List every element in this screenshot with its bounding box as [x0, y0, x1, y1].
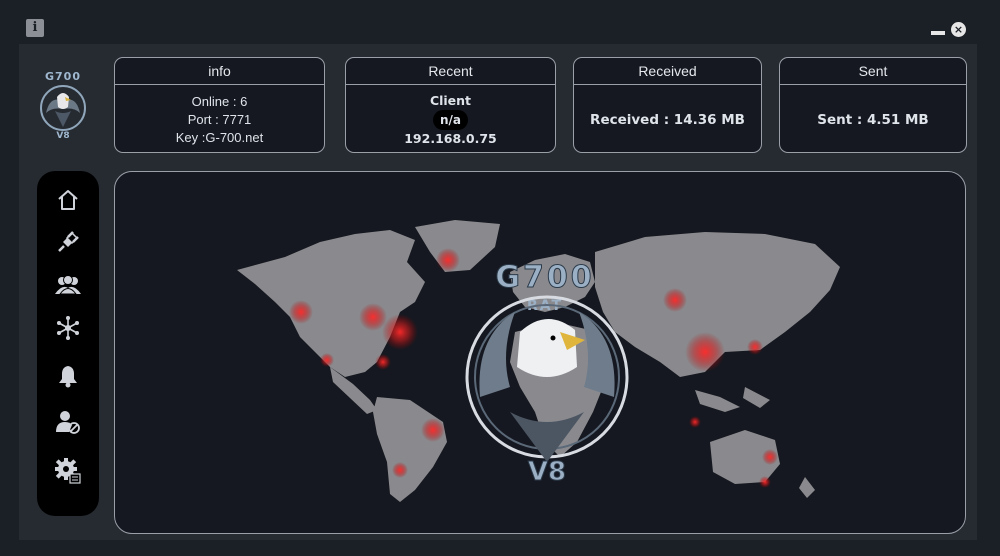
logo-brand-text: G700 — [45, 70, 81, 83]
recent-client-label: Client — [429, 92, 472, 108]
online-count: Online : 6 — [191, 93, 248, 109]
user-blocked-icon — [56, 411, 80, 434]
recent-ip: 192.168.0.75 — [404, 130, 497, 146]
eagle-icon — [40, 85, 86, 131]
nav-network[interactable] — [50, 311, 86, 345]
close-button[interactable]: × — [951, 22, 966, 37]
nav-connections[interactable] — [50, 225, 86, 259]
bell-icon — [59, 366, 77, 388]
nav-blocked[interactable] — [50, 405, 86, 439]
network-icon — [57, 316, 79, 340]
world-map-panel: G700 RAT V8 — [114, 171, 966, 534]
plug-icon — [58, 231, 79, 252]
port-value: Port : 7771 — [187, 111, 252, 127]
sent-value: Sent : 4.51 MB — [817, 111, 929, 128]
home-icon — [58, 190, 78, 210]
title-bar: i × — [0, 0, 1000, 44]
recent-card: Recent Client n/a 192.168.0.75 — [345, 57, 556, 153]
recent-card-title: Recent — [346, 58, 555, 85]
emblem-brand-text: G700 — [495, 260, 594, 295]
logo-version-text: V8 — [56, 131, 70, 141]
settings-icon — [55, 458, 81, 484]
nav-notifications[interactable] — [50, 359, 86, 393]
world-map: G700 RAT V8 — [237, 220, 840, 502]
sidebar — [37, 171, 99, 516]
received-card: Received Received : 14.36 MB — [573, 57, 762, 153]
key-value: Key :G-700.net — [175, 129, 264, 145]
info-card-title: info — [115, 58, 324, 85]
nav-home[interactable] — [50, 183, 86, 217]
app-logo: G700 V8 — [36, 70, 90, 142]
users-icon — [55, 275, 81, 295]
nav-clients[interactable] — [50, 268, 86, 302]
info-icon[interactable]: i — [26, 19, 44, 37]
minimize-button[interactable] — [931, 31, 945, 35]
sent-card: Sent Sent : 4.51 MB — [779, 57, 967, 153]
sent-card-title: Sent — [780, 58, 966, 85]
nav-settings[interactable] — [50, 454, 86, 488]
received-card-title: Received — [574, 58, 761, 85]
emblem-version-text: V8 — [528, 457, 566, 487]
info-card: info Online : 6 Port : 7771 Key :G-700.n… — [114, 57, 325, 153]
received-value: Received : 14.36 MB — [590, 111, 745, 128]
recent-client-value: n/a — [432, 109, 469, 130]
